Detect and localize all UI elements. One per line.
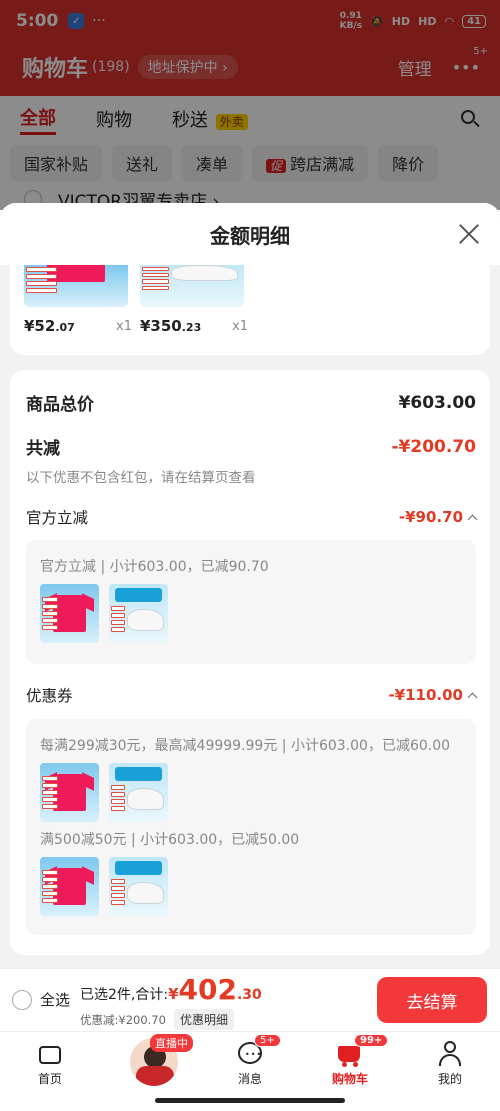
total-label: 商品总价 bbox=[26, 395, 94, 415]
nav-mine[interactable]: 我的 bbox=[420, 1040, 480, 1087]
selected-text: 已选2件,合计: bbox=[80, 987, 169, 1003]
reduce-label: 共减 bbox=[26, 439, 60, 459]
item-price: ¥350.23 bbox=[140, 317, 202, 335]
message-icon: ••• 5+ bbox=[236, 1034, 281, 1066]
item-qty: x1 bbox=[116, 319, 132, 334]
official-reduction-header[interactable]: 官方立减 -¥90.70 bbox=[26, 506, 478, 528]
official-thumbs bbox=[40, 584, 168, 643]
sheet-header: 金额明细 bbox=[0, 203, 500, 265]
home-icon bbox=[36, 1040, 64, 1066]
coupon-label: 优惠券 bbox=[26, 687, 73, 705]
dim-overlay[interactable] bbox=[0, 0, 500, 210]
product-thumb-shoe bbox=[109, 584, 168, 643]
reduce-value: -¥200.70 bbox=[391, 436, 477, 457]
total-decimal: .30 bbox=[236, 987, 262, 1003]
price-detail-card: 商品总价 ¥603.00 共减 -¥200.70 以下优惠不包含红包，请在结算页… bbox=[10, 370, 490, 955]
select-all[interactable]: 全选 bbox=[12, 989, 70, 1010]
total-row: 商品总价 ¥603.00 bbox=[26, 390, 476, 416]
official-reduction-box: 官方立减 | 小计603.00，已减90.70 bbox=[26, 540, 476, 664]
total-integer: 402 bbox=[178, 973, 237, 1006]
official-reduction-value: -¥90.70 bbox=[399, 508, 478, 526]
home-indicator bbox=[155, 1098, 345, 1103]
item-price: ¥52.07 bbox=[24, 317, 75, 335]
reduce-row: 共减 -¥200.70 bbox=[26, 434, 477, 460]
coupon-box: 每满299减30元，最高减49999.99元 | 小计603.00，已减60.0… bbox=[26, 719, 476, 935]
checkout-bar: 全选 已选2件,合计: ¥ 402 .30 优惠减:¥200.70 优惠明细 去… bbox=[0, 968, 500, 1031]
item-tshirt[interactable] bbox=[24, 265, 134, 307]
live-badge: 直播中 bbox=[150, 1034, 193, 1052]
chevron-up-icon bbox=[467, 514, 478, 524]
item-qty: x1 bbox=[232, 319, 248, 334]
messages-badge: 5+ bbox=[254, 1034, 281, 1047]
checkout-summary: 已选2件,合计: ¥ 402 .30 bbox=[80, 973, 262, 1006]
product-thumb-shoe bbox=[109, 763, 168, 822]
nav-home[interactable]: 首页 bbox=[20, 1040, 80, 1087]
coupon-value: -¥110.00 bbox=[388, 686, 478, 704]
coupon-thumbs-2 bbox=[40, 857, 168, 916]
product-image-tshirt bbox=[24, 265, 128, 307]
nav-cart[interactable]: 99+ 购物车 bbox=[320, 1034, 389, 1087]
total-value: ¥603.00 bbox=[398, 392, 476, 413]
cart-badge: 99+ bbox=[354, 1034, 389, 1047]
sheet-title: 金额明细 bbox=[210, 223, 290, 248]
item-shoe[interactable] bbox=[140, 265, 250, 307]
product-thumb-tshirt bbox=[40, 763, 99, 822]
checkout-button[interactable]: 去结算 bbox=[377, 977, 487, 1023]
discount-line: 优惠减:¥200.70 优惠明细 bbox=[80, 1009, 234, 1030]
items-card: ¥52.07 x1 ¥350.23 x1 bbox=[10, 265, 490, 355]
official-reduction-line: 官方立减 | 小计603.00，已减90.70 bbox=[40, 559, 269, 575]
product-image-shoe bbox=[140, 265, 244, 307]
coupon-line-1: 每满299减30元，最高减49999.99元 | 小计603.00，已减60.0… bbox=[40, 738, 451, 754]
product-thumb-shoe bbox=[109, 857, 168, 916]
cart-icon: 99+ bbox=[336, 1034, 389, 1067]
coupon-thumbs-1 bbox=[40, 763, 168, 822]
product-thumb-tshirt bbox=[40, 857, 99, 916]
official-reduction-label: 官方立减 bbox=[26, 509, 89, 527]
chevron-up-icon bbox=[467, 692, 478, 702]
currency-symbol: ¥ bbox=[168, 985, 179, 1003]
coupon-line-2: 满500减50元 | 小计603.00，已减50.00 bbox=[40, 832, 300, 848]
discount-amount: 优惠减:¥200.70 bbox=[80, 1012, 166, 1027]
product-thumb-tshirt bbox=[40, 584, 99, 643]
discount-detail-button[interactable]: 优惠明细 bbox=[173, 1009, 234, 1030]
close-icon[interactable] bbox=[458, 223, 480, 245]
amount-detail-sheet: 金额明细 ¥52.07 x1 ¥350.23 x1 商品总价 ¥603.00 共… bbox=[0, 203, 500, 968]
user-icon bbox=[436, 1040, 464, 1066]
nav-messages[interactable]: ••• 5+ 消息 bbox=[220, 1034, 281, 1087]
discount-note: 以下优惠不包含红包，请在结算页查看 bbox=[26, 470, 256, 486]
select-all-radio[interactable] bbox=[12, 989, 32, 1010]
coupon-header[interactable]: 优惠券 -¥110.00 bbox=[26, 684, 478, 706]
